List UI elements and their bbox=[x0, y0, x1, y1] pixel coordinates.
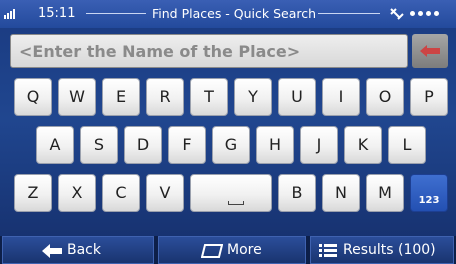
key[interactable]: P bbox=[410, 78, 448, 116]
key[interactable]: U bbox=[278, 78, 316, 116]
key[interactable]: B bbox=[278, 174, 316, 212]
key[interactable]: E bbox=[102, 78, 140, 116]
space-key[interactable] bbox=[190, 174, 272, 212]
numeric-mode-label: 123 bbox=[418, 195, 440, 206]
key[interactable]: L bbox=[388, 126, 426, 164]
status-bar: 15:11 Find Places - Quick Search bbox=[0, 0, 456, 28]
menu-dots-icon[interactable] bbox=[410, 11, 450, 17]
key[interactable]: W bbox=[58, 78, 96, 116]
screen-title: Find Places - Quick Search bbox=[152, 6, 317, 21]
backspace-icon bbox=[420, 45, 440, 57]
key[interactable]: Q bbox=[14, 78, 52, 116]
key[interactable]: T bbox=[190, 78, 228, 116]
key[interactable]: J bbox=[300, 126, 338, 164]
key[interactable]: N bbox=[322, 174, 360, 212]
search-input[interactable]: <Enter the Name of the Place> bbox=[10, 34, 408, 68]
key[interactable]: M bbox=[366, 174, 404, 212]
key[interactable]: H bbox=[256, 126, 294, 164]
key[interactable]: K bbox=[344, 126, 382, 164]
backspace-button[interactable] bbox=[412, 34, 448, 68]
signal-icon bbox=[4, 9, 18, 19]
key[interactable]: I bbox=[322, 78, 360, 116]
key[interactable]: A bbox=[36, 126, 74, 164]
arrow-left-icon bbox=[42, 244, 62, 258]
key[interactable]: G bbox=[212, 126, 250, 164]
divider bbox=[86, 13, 146, 14]
results-button[interactable]: Results (100) bbox=[310, 236, 454, 264]
back-label: Back bbox=[67, 242, 101, 258]
more-icon bbox=[201, 244, 223, 258]
more-button[interactable]: More bbox=[158, 236, 306, 264]
list-icon bbox=[319, 244, 337, 257]
more-label: More bbox=[227, 242, 262, 258]
back-button[interactable]: Back bbox=[2, 236, 154, 264]
key[interactable]: D bbox=[124, 126, 162, 164]
key[interactable]: X bbox=[58, 174, 96, 212]
key[interactable]: Z bbox=[14, 174, 52, 212]
divider bbox=[318, 13, 380, 14]
numeric-mode-key[interactable]: 123 bbox=[410, 174, 448, 212]
clock: 15:11 bbox=[38, 6, 76, 21]
key[interactable]: V bbox=[146, 174, 184, 212]
space-icon bbox=[228, 201, 244, 205]
key[interactable]: O bbox=[366, 78, 404, 116]
key[interactable]: S bbox=[80, 126, 118, 164]
key[interactable]: Y bbox=[234, 78, 272, 116]
satellite-icon bbox=[390, 8, 404, 20]
key[interactable]: R bbox=[146, 78, 184, 116]
key[interactable]: F bbox=[168, 126, 206, 164]
key[interactable]: C bbox=[102, 174, 140, 212]
bottom-bar: Back More Results (100) bbox=[0, 236, 456, 264]
results-label: Results (100) bbox=[343, 242, 436, 258]
